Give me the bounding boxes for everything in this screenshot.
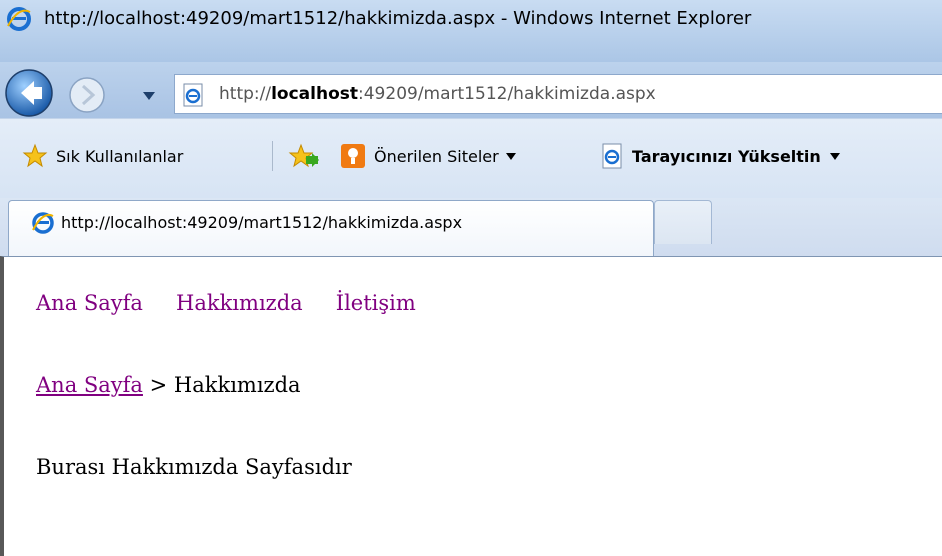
suggested-sites-label: Önerilen Siteler	[374, 146, 499, 166]
dropdown-chevron-icon[interactable]	[142, 90, 156, 102]
back-arrow-icon[interactable]	[4, 68, 54, 118]
upgrade-browser-label: Tarayıcınızı Yükseltin	[632, 146, 821, 166]
breadcrumb-current: Hakkımızda	[173, 373, 301, 397]
suggested-sites-button[interactable]: Önerilen Siteler	[340, 141, 517, 171]
navigation-bar: http://localhost:49209/mart1512/hakkimiz…	[0, 62, 942, 118]
window-title: http://localhost:49209/mart1512/hakkimiz…	[44, 8, 752, 29]
upgrade-browser-button[interactable]: Tarayıcınızı Yükseltin	[600, 141, 841, 171]
tab-strip: http://localhost:49209/mart1512/hakkimiz…	[0, 198, 942, 256]
address-url[interactable]: http://localhost:49209/mart1512/hakkimiz…	[219, 84, 656, 104]
menu-link-contact[interactable]: İletişim	[336, 291, 416, 315]
forward-arrow-icon[interactable]	[68, 76, 106, 114]
favorites-button[interactable]: Sık Kullanılanlar	[22, 141, 183, 171]
page-content: Ana Sayfa Hakkımızda İletişim Ana Sayfa …	[0, 256, 942, 556]
breadcrumb: Ana Sayfa > Hakkımızda	[36, 373, 301, 397]
favorites-separator	[272, 141, 273, 171]
breadcrumb-home-link[interactable]: Ana Sayfa	[36, 373, 143, 397]
dropdown-chevron-icon	[505, 153, 516, 160]
favorites-bar: Sık Kullanılanlar Önerilen Siteler Taray…	[0, 118, 942, 198]
address-bar[interactable]: http://localhost:49209/mart1512/hakkimiz…	[174, 74, 942, 114]
menu-link-about[interactable]: Hakkımızda	[176, 291, 303, 315]
ie-logo-icon	[32, 212, 54, 234]
add-favorites-icon	[288, 143, 319, 168]
tab-label: http://localhost:49209/mart1512/hakkimiz…	[61, 213, 463, 232]
dropdown-chevron-icon	[829, 153, 840, 160]
menu-link-home[interactable]: Ana Sayfa	[36, 291, 143, 315]
suggested-sites-icon	[341, 144, 365, 168]
site-menu: Ana Sayfa Hakkımızda İletişim	[36, 291, 444, 315]
new-tab-button[interactable]	[654, 200, 712, 244]
add-favorites-button[interactable]	[288, 141, 320, 171]
star-icon	[22, 143, 48, 168]
page-body-text: Burası Hakkımızda Sayfasıdır	[36, 455, 352, 479]
ie-logo-icon	[7, 7, 31, 31]
title-bar: http://localhost:49209/mart1512/hakkimiz…	[0, 0, 942, 62]
favorites-label: Sık Kullanılanlar	[56, 146, 184, 166]
page-icon	[602, 143, 622, 169]
page-icon	[183, 83, 203, 107]
breadcrumb-separator: >	[142, 373, 174, 397]
tab-current[interactable]: http://localhost:49209/mart1512/hakkimiz…	[8, 200, 654, 256]
address-host: localhost	[271, 84, 359, 104]
